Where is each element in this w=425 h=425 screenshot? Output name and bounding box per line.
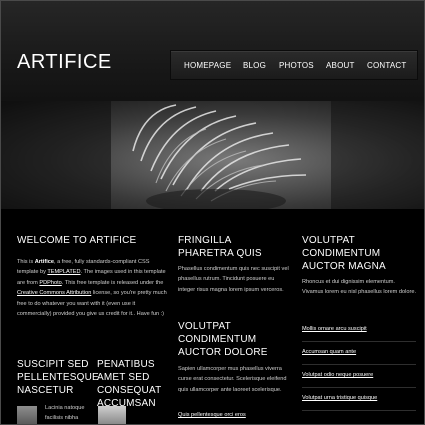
cc-license-link[interactable]: Creative Commons Attribution <box>17 290 91 296</box>
sidebar-link-3[interactable]: Volutpat odio neque posuere <box>302 365 416 388</box>
banner-image <box>1 101 424 209</box>
fringilla-text: Phasellus condimentum quis nec suscipit … <box>178 266 289 293</box>
fringilla-title: FRINGILLA PHARETRA QUIS <box>178 235 262 259</box>
nav-photos[interactable]: PHOTOS <box>279 61 314 70</box>
suscipit-title: SUSCIPIT SED PELLENTESQUE NASCETUR <box>17 359 99 396</box>
penatibus-title: PENATIBUS AMET SED CONSEQUAT ACCUMSAN <box>97 359 162 409</box>
nav-blog[interactable]: BLOG <box>243 61 266 70</box>
welcome-title: WELCOME TO ARTIFICE <box>17 235 137 246</box>
thumbnail-image[interactable] <box>17 406 37 424</box>
site-logo[interactable]: ARTIFICE <box>17 51 112 74</box>
page: ARTIFICE HOMEPAGE BLOG PHOTOS ABOUT CONT… <box>0 0 425 425</box>
welcome-text-bold: Artifice <box>34 259 54 265</box>
flower-photo <box>1 101 424 209</box>
nav-homepage[interactable]: HOMEPAGE <box>184 61 231 70</box>
volutpat-title: VOLUTPAT CONDIMENTUM AUCTOR MAGNA <box>302 235 386 272</box>
pellentesque-link[interactable]: Quis pellentesque orci eros <box>178 410 290 420</box>
sidebar-link-1[interactable]: Mollis ornare arcu suscipit <box>302 319 416 342</box>
welcome-text-1: This is <box>17 259 35 265</box>
volutpat-text: Rhoncus et dui dignissim elementum. Viva… <box>302 279 416 296</box>
nav-about[interactable]: ABOUT <box>326 61 355 70</box>
pdphoto-link[interactable]: PDPhoto <box>39 280 61 286</box>
welcome-text-4: . This free template is released under t… <box>61 279 164 286</box>
welcome-text: This is Artifice, a free, fully standard… <box>17 257 167 319</box>
nav-contact[interactable]: CONTACT <box>367 61 406 70</box>
sidebar-link-4[interactable]: Volutpat urna tristique quisque <box>302 388 416 411</box>
condimentum-title: VOLUTPAT CONDIMENTUM AUCTOR DOLORE <box>178 321 268 358</box>
main-nav: HOMEPAGE BLOG PHOTOS ABOUT CONTACT <box>170 50 418 80</box>
thumbnail-image-2[interactable] <box>98 406 126 424</box>
condimentum-text: Sapien ullamcorper mus phasellus viverra… <box>178 366 287 393</box>
thumbnail-caption: Lacinia natoque facilisis nibha <box>45 405 85 421</box>
header: ARTIFICE HOMEPAGE BLOG PHOTOS ABOUT CONT… <box>1 1 424 101</box>
sidebar-links: Mollis ornare arcu suscipit Accumsan qua… <box>302 319 416 411</box>
templated-link[interactable]: TEMPLATED <box>47 269 80 275</box>
sidebar-link-2[interactable]: Accumsan quam ante <box>302 342 416 365</box>
